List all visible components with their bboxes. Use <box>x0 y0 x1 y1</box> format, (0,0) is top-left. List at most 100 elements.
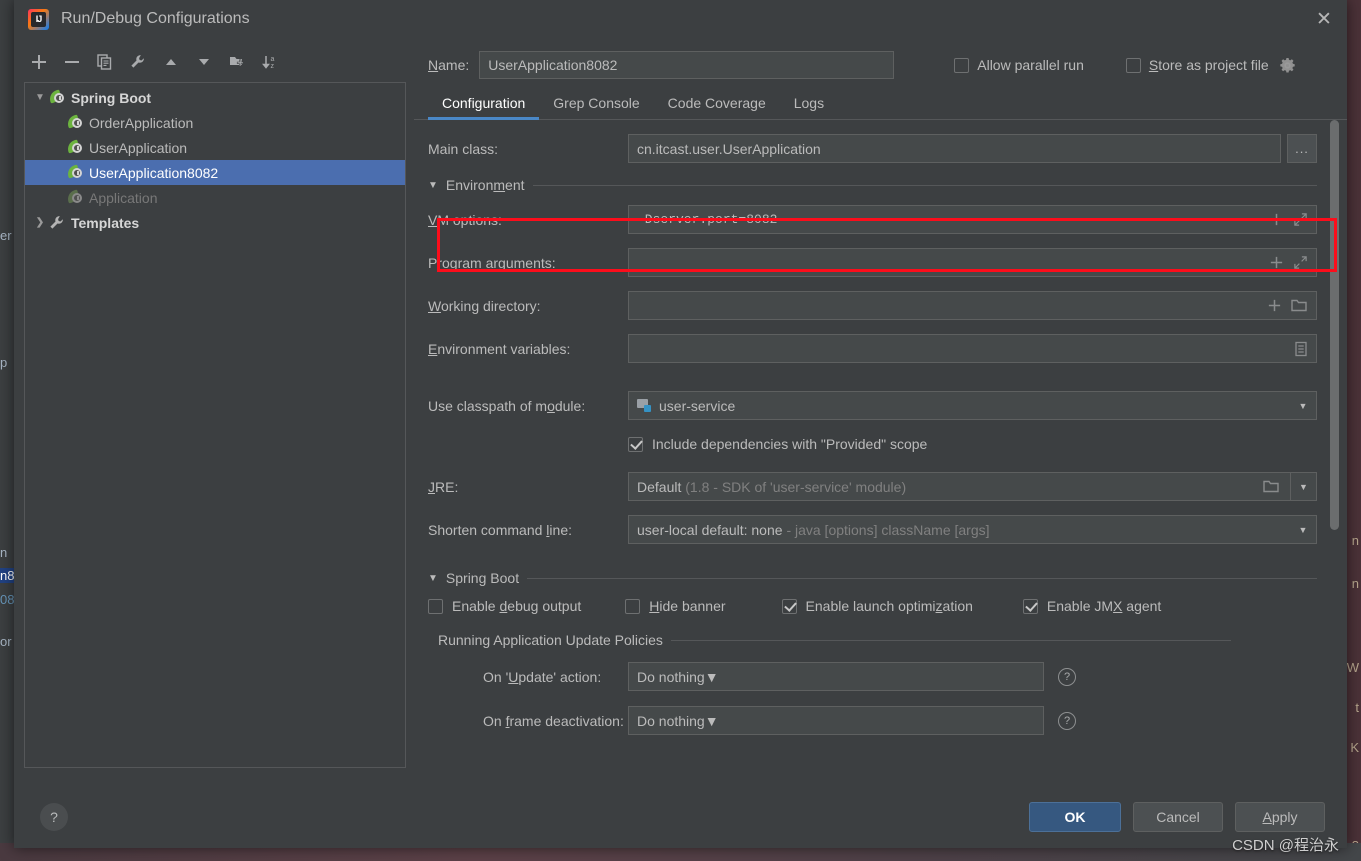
dialog-footer: ? OK Cancel Apply <box>14 786 1347 848</box>
tree-item-userapplication8082[interactable]: UserApplication8082 <box>25 160 405 185</box>
triangle-down-icon[interactable]: ▼ <box>428 573 438 584</box>
enable-jmx-agent-checkbox[interactable]: Enable JMX agent <box>1022 598 1161 614</box>
apply-button[interactable]: Apply <box>1235 802 1325 832</box>
chevron-right-icon[interactable]: ❯ <box>31 217 49 228</box>
close-icon[interactable]: ✕ <box>1301 0 1347 38</box>
main-class-row: Main class: cn.itcast.user.UserApplicati… <box>428 134 1317 163</box>
configurations-panel: a z ▼ Spring Boot OrderApplication UserA… <box>14 38 414 786</box>
scrollbar-thumb[interactable] <box>1330 120 1339 530</box>
plus-icon[interactable] <box>28 51 50 73</box>
shorten-command-line-hint: - java [options] className [args] <box>786 521 990 538</box>
tab-code-coverage[interactable]: Code Coverage <box>654 91 780 119</box>
jre-dropdown-arrow[interactable]: ▼ <box>1291 472 1317 501</box>
checkbox-box[interactable] <box>1022 598 1038 614</box>
cancel-button[interactable]: Cancel <box>1133 802 1223 832</box>
plus-icon[interactable] <box>1267 298 1282 313</box>
plus-icon[interactable] <box>1269 212 1284 227</box>
on-frame-deactivation-row: On frame deactivation: Do nothing ▼ ? <box>428 706 1317 735</box>
arrow-up-icon[interactable] <box>160 51 182 73</box>
on-update-action-value: Do nothing <box>637 668 705 685</box>
gear-icon[interactable] <box>1279 57 1296 74</box>
program-arguments-label: Program arguments: <box>428 254 556 271</box>
chevron-down-icon[interactable]: ▼ <box>1292 401 1314 411</box>
name-row: Name: Allow parallel run Store as projec… <box>414 48 1347 82</box>
configuration-form: Main class: cn.itcast.user.UserApplicati… <box>414 120 1347 786</box>
ok-button[interactable]: OK <box>1029 802 1121 832</box>
jre-combo[interactable]: Default (1.8 - SDK of 'user-service' mod… <box>628 472 1291 501</box>
divider <box>527 577 1317 579</box>
main-class-label: Main class: <box>428 140 499 157</box>
tree-item-orderapplication[interactable]: OrderApplication <box>25 110 405 135</box>
chevron-down-icon[interactable]: ▼ <box>705 669 719 685</box>
arrow-down-icon[interactable] <box>193 51 215 73</box>
on-update-action-combo[interactable]: Do nothing ▼ <box>628 662 1044 691</box>
tree-group-spring-boot[interactable]: ▼ Spring Boot <box>25 85 405 110</box>
enable-debug-output-checkbox[interactable]: Enable debug output <box>428 598 581 614</box>
program-arguments-input[interactable] <box>628 248 1317 277</box>
help-icon[interactable]: ? <box>1058 711 1076 730</box>
working-directory-input[interactable] <box>628 291 1317 320</box>
main-class-input[interactable]: cn.itcast.user.UserApplication <box>628 134 1281 163</box>
dialog-title: Run/Debug Configurations <box>61 10 250 27</box>
triangle-down-icon[interactable]: ▼ <box>428 180 438 191</box>
form-scrollbar[interactable] <box>1330 120 1339 540</box>
store-as-project-file-checkbox[interactable]: Store as project file <box>1125 57 1269 73</box>
configurations-tree[interactable]: ▼ Spring Boot OrderApplication UserAppli… <box>24 82 406 768</box>
spring-boot-icon <box>65 139 89 155</box>
configuration-tabs: Configuration Grep Console Code Coverage… <box>414 82 1347 120</box>
on-frame-deactivation-value: Do nothing <box>637 712 705 729</box>
folder-icon[interactable] <box>1291 298 1308 313</box>
shorten-command-line-value: user-local default: none <box>637 521 783 538</box>
tab-logs[interactable]: Logs <box>780 91 838 119</box>
spring-boot-section-title: Spring Boot <box>445 570 520 586</box>
run-debug-configurations-dialog: IJ Run/Debug Configurations ✕ a z ▼ Spri… <box>14 0 1347 848</box>
folder-plus-icon[interactable] <box>226 51 248 73</box>
environment-section-header[interactable]: ▼ Environment <box>428 177 1317 193</box>
tree-item-application[interactable]: Application <box>25 185 405 210</box>
chevron-down-icon[interactable]: ▼ <box>31 92 49 103</box>
vm-options-input[interactable]: -Dserver.port=8082 <box>628 205 1317 234</box>
minus-icon[interactable] <box>61 51 83 73</box>
copy-icon[interactable] <box>94 51 116 73</box>
include-provided-scope-checkbox[interactable]: Include dependencies with "Provided" sco… <box>628 436 927 452</box>
working-directory-label: Working directory: <box>428 297 541 314</box>
on-frame-deactivation-combo[interactable]: Do nothing ▼ <box>628 706 1044 735</box>
bg-fragment: W <box>1346 660 1359 675</box>
shorten-command-line-combo[interactable]: user-local default: none - java [options… <box>628 515 1317 544</box>
sort-az-icon[interactable]: a z <box>259 51 281 73</box>
main-class-browse-button[interactable]: ... <box>1287 134 1317 163</box>
bg-fragment: n <box>1351 576 1359 591</box>
dialog-body: a z ▼ Spring Boot OrderApplication UserA… <box>14 38 1347 786</box>
chevron-down-icon[interactable]: ▼ <box>705 713 719 729</box>
checkbox-box[interactable] <box>625 598 641 614</box>
folder-icon[interactable] <box>1263 479 1288 494</box>
checkbox-box[interactable] <box>628 436 643 452</box>
tree-group-templates[interactable]: ❯ Templates <box>25 210 405 235</box>
checkbox-box[interactable] <box>954 57 970 73</box>
plus-icon[interactable] <box>1269 255 1284 270</box>
expand-icon[interactable] <box>1293 255 1308 270</box>
wrench-icon <box>49 215 71 231</box>
spring-boot-section-header[interactable]: ▼ Spring Boot <box>428 570 1317 586</box>
help-button[interactable]: ? <box>40 803 68 831</box>
checkbox-box[interactable] <box>781 598 797 614</box>
list-icon[interactable] <box>1294 341 1308 357</box>
tree-item-userapplication[interactable]: UserApplication <box>25 135 405 160</box>
name-label: Name: <box>428 57 470 73</box>
svg-text:z: z <box>270 63 274 70</box>
checkbox-box[interactable] <box>1125 57 1141 73</box>
help-icon[interactable]: ? <box>1058 667 1076 686</box>
name-input[interactable] <box>479 51 895 79</box>
tab-grep-console[interactable]: Grep Console <box>539 91 653 119</box>
wrench-icon[interactable] <box>127 51 149 73</box>
environment-variables-input[interactable] <box>628 334 1317 363</box>
main-class-value: cn.itcast.user.UserApplication <box>637 140 821 157</box>
tab-configuration[interactable]: Configuration <box>428 91 540 120</box>
chevron-down-icon[interactable]: ▼ <box>1292 525 1314 535</box>
checkbox-box[interactable] <box>428 598 443 614</box>
expand-icon[interactable] <box>1293 212 1308 227</box>
enable-launch-optimization-checkbox[interactable]: Enable launch optimization <box>781 598 973 614</box>
use-classpath-combo[interactable]: user-service ▼ <box>628 391 1317 420</box>
allow-parallel-run-checkbox[interactable]: Allow parallel run <box>954 57 1084 73</box>
hide-banner-checkbox[interactable]: Hide banner <box>625 598 726 614</box>
